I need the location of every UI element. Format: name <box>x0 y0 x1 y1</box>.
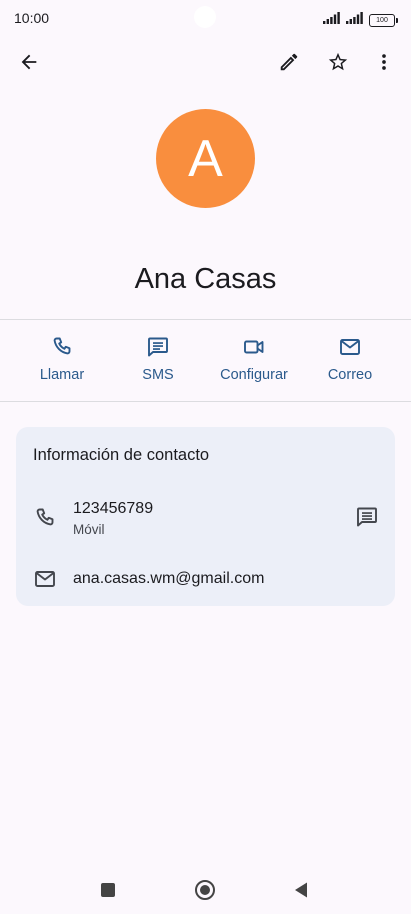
back-nav-button[interactable] <box>289 878 313 902</box>
video-action[interactable]: Configurar <box>206 335 302 391</box>
status-bar: 10:00 100 <box>0 0 411 38</box>
call-action-label: Llamar <box>39 367 85 383</box>
video-icon <box>244 340 264 354</box>
pencil-icon <box>280 53 298 71</box>
phone-icon <box>32 505 58 531</box>
system-nav-bar <box>0 866 411 914</box>
email-address: ana.casas.wm@gmail.com <box>73 570 265 587</box>
favorite-button[interactable] <box>318 42 358 82</box>
battery-icon: 100 <box>369 13 398 27</box>
email-action-label: Correo <box>327 367 373 383</box>
signal-icon <box>346 11 364 29</box>
message-button[interactable] <box>353 503 381 531</box>
mail-icon <box>340 339 360 355</box>
top-app-bar <box>0 42 411 82</box>
sms-action-label: SMS <box>142 367 174 383</box>
divider <box>0 401 411 402</box>
contact-info-card: Información de contacto 123456789 Móvil … <box>16 427 395 606</box>
status-time: 10:00 <box>14 10 50 26</box>
camera-cutout <box>194 6 216 28</box>
email-action[interactable]: Correo <box>302 335 398 391</box>
phone-type: Móvil <box>73 522 105 537</box>
call-action[interactable]: Llamar <box>14 335 110 391</box>
avatar: A <box>156 109 255 208</box>
recents-square-icon <box>101 883 115 897</box>
signal-icon <box>323 11 341 29</box>
sms-action[interactable]: SMS <box>110 335 206 391</box>
message-icon <box>148 337 168 357</box>
status-icons: 100 <box>323 11 398 29</box>
phone-number: 123456789 <box>73 500 154 517</box>
back-arrow-icon <box>21 54 37 70</box>
divider <box>0 319 411 320</box>
back-triangle-icon <box>295 882 307 898</box>
recents-button[interactable] <box>96 878 120 902</box>
more-options-button[interactable] <box>364 42 404 82</box>
contact-name: Ana Casas <box>134 263 277 295</box>
home-button[interactable] <box>193 878 217 902</box>
home-circle-icon <box>195 880 215 900</box>
edit-button[interactable] <box>269 42 309 82</box>
more-vert-icon <box>382 54 386 70</box>
message-icon <box>357 507 377 527</box>
mail-icon <box>32 566 58 592</box>
star-outline-icon <box>328 52 348 71</box>
back-button[interactable] <box>9 42 49 82</box>
card-title: Información de contacto <box>33 446 210 464</box>
video-action-label: Configurar <box>220 367 288 383</box>
phone-icon <box>53 337 71 355</box>
quick-actions: Llamar SMS Configurar Correo <box>0 321 411 401</box>
